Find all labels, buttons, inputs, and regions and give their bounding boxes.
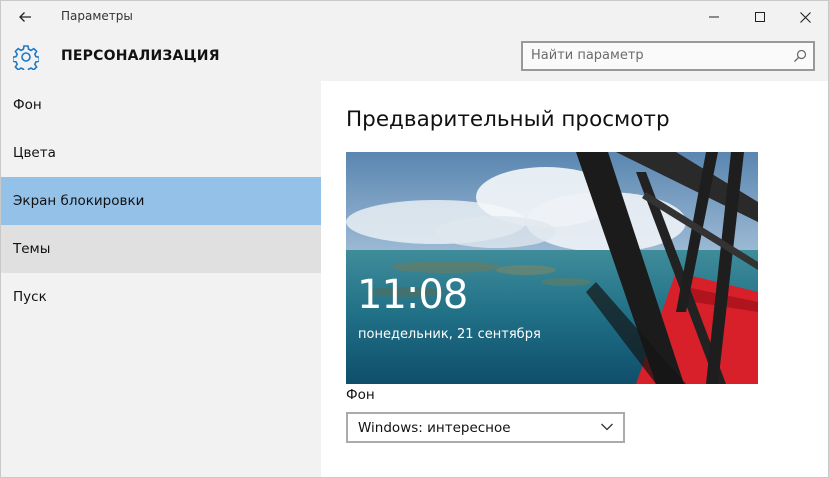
lock-screen-time: 11:08 — [357, 272, 468, 318]
header: ПЕРСОНАЛИЗАЦИЯ — [1, 33, 828, 81]
settings-window: Параметры ПЕРСОНАЛИЗАЦИЯ Фон — [0, 0, 829, 478]
maximize-button[interactable] — [737, 1, 783, 33]
lock-screen-date: понедельник, 21 сентября — [358, 327, 541, 342]
sidebar-item-label: Пуск — [13, 289, 47, 305]
back-arrow-icon — [19, 12, 31, 22]
close-icon — [799, 11, 811, 23]
search-icon[interactable] — [793, 49, 807, 63]
title-bar: Параметры — [1, 1, 828, 33]
sidebar-item-background[interactable]: Фон — [1, 81, 321, 129]
window-title: Параметры — [61, 9, 133, 23]
sidebar-item-label: Темы — [13, 241, 51, 257]
close-button[interactable] — [782, 1, 828, 33]
minimize-button[interactable] — [691, 1, 737, 33]
background-label: Фон — [346, 387, 375, 403]
search-box[interactable] — [521, 41, 815, 71]
sidebar: Фон Цвета Экран блокировки Темы Пуск — [1, 81, 321, 477]
page-title: Предварительный просмотр — [346, 107, 670, 132]
section-title: ПЕРСОНАЛИЗАЦИЯ — [61, 48, 220, 64]
lock-screen-preview: 11:08 понедельник, 21 сентября — [346, 152, 758, 384]
preview-image — [346, 152, 758, 384]
sidebar-item-lock-screen[interactable]: Экран блокировки — [1, 177, 321, 225]
maximize-icon — [755, 12, 765, 22]
sidebar-item-start[interactable]: Пуск — [1, 273, 321, 321]
background-dropdown-value: Windows: интересное — [358, 419, 511, 436]
back-button[interactable] — [9, 5, 41, 29]
sidebar-item-label: Фон — [13, 97, 42, 113]
sidebar-item-colors[interactable]: Цвета — [1, 129, 321, 177]
search-input[interactable] — [531, 48, 781, 63]
sidebar-item-label: Экран блокировки — [13, 193, 145, 209]
chevron-down-icon — [601, 423, 613, 431]
main-content: Предварительный просмотр 11:08 понедельн… — [321, 81, 828, 477]
gear-icon — [13, 45, 39, 70]
sidebar-item-themes[interactable]: Темы — [1, 225, 321, 273]
minimize-icon — [709, 16, 719, 18]
sidebar-item-label: Цвета — [13, 145, 56, 161]
background-dropdown[interactable]: Windows: интересное — [346, 412, 625, 443]
